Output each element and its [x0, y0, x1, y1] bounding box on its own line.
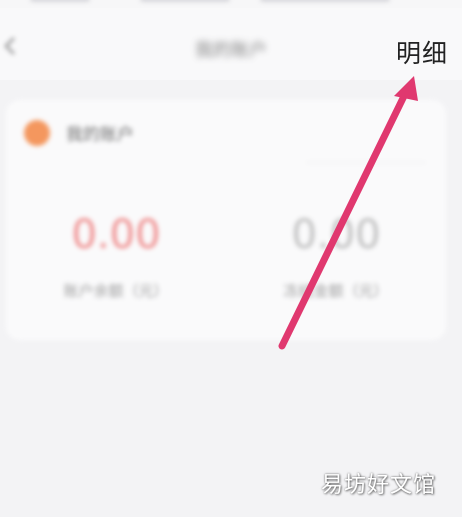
detail-link[interactable]: 明细 — [396, 34, 448, 70]
watermark: 易坊好文馆 — [320, 473, 436, 498]
status-bar-fragment — [140, 0, 230, 2]
account-balance-label: 账户余额（元） — [63, 282, 169, 300]
account-card: 我的账户 0.00 0.00 账户余额（元） 冻结金额（元） — [6, 100, 446, 340]
frozen-balance-value: 0.00 — [291, 212, 381, 258]
account-name: 我的账户 — [66, 125, 134, 145]
card-divider — [306, 162, 426, 163]
account-icon — [24, 120, 50, 146]
frozen-balance-label: 冻结金额（元） — [283, 282, 389, 300]
page-title: 我的账户 — [195, 40, 267, 61]
header-bar: 我的账户 明细 — [0, 8, 462, 80]
status-bar — [0, 0, 462, 8]
account-balance-value: 0.00 — [71, 212, 161, 258]
status-bar-fragment — [260, 0, 390, 2]
status-bar-fragment — [30, 0, 90, 2]
